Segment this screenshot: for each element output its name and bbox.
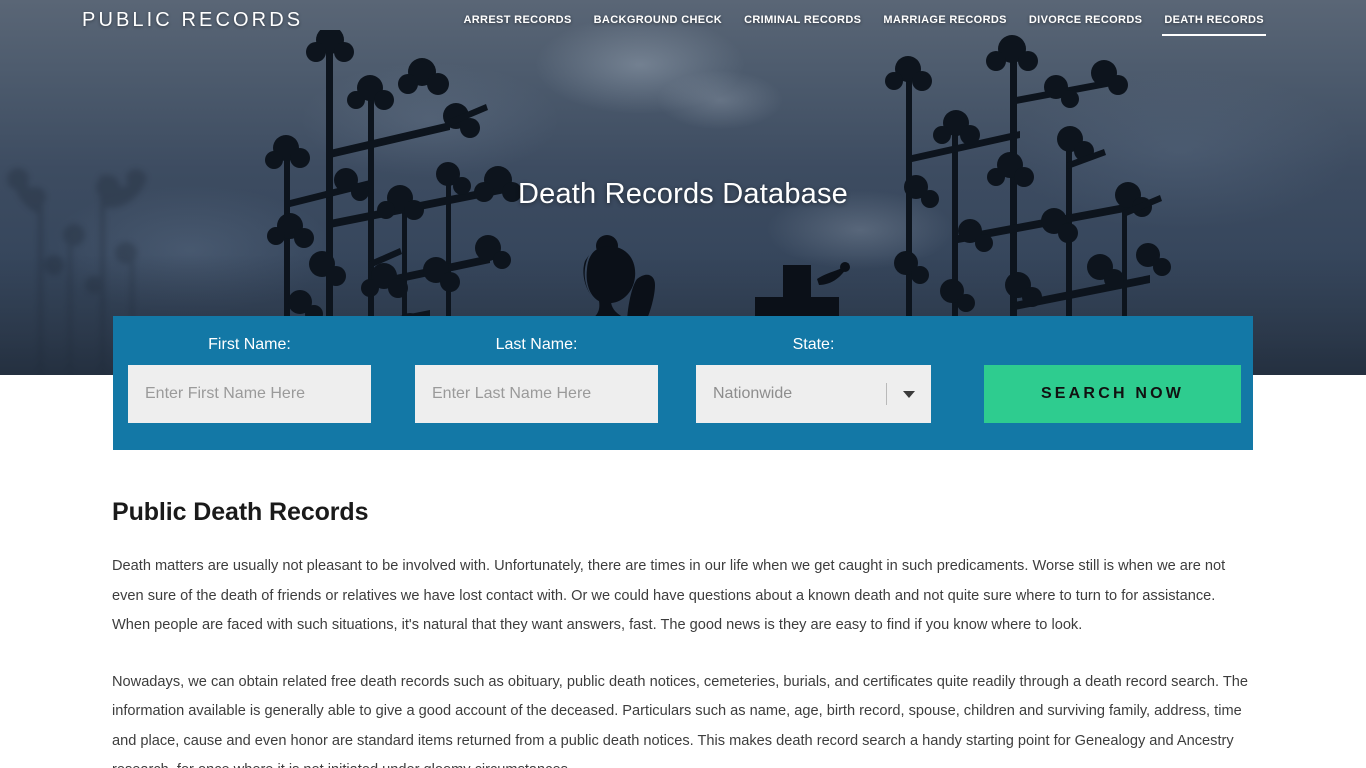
state-field-group: State: Nationwide bbox=[696, 336, 931, 423]
section-heading: Public Death Records bbox=[112, 498, 369, 526]
nav-item-death-records[interactable]: DEATH RECORDS bbox=[1153, 14, 1275, 36]
nav-item-divorce-records[interactable]: DIVORCE RECORDS bbox=[1018, 14, 1153, 36]
state-select[interactable]: Nationwide bbox=[696, 365, 931, 423]
search-form: First Name: Last Name: State: Nationwide… bbox=[113, 316, 1253, 450]
state-label: State: bbox=[792, 336, 835, 353]
main-nav: ARREST RECORDS BACKGROUND CHECK CRIMINAL… bbox=[452, 14, 1275, 36]
public-records-page: Death Records Database PUBLIC RECORDS AR… bbox=[0, 0, 1366, 768]
nav-item-marriage-records[interactable]: MARRIAGE RECORDS bbox=[872, 14, 1018, 36]
page-title: Death Records Database bbox=[517, 178, 849, 210]
last-name-input[interactable] bbox=[415, 365, 658, 423]
first-name-input[interactable] bbox=[128, 365, 371, 423]
main-content: Public Death Records Death matters are u… bbox=[0, 450, 1366, 768]
select-divider bbox=[886, 383, 887, 405]
nav-item-background-check[interactable]: BACKGROUND CHECK bbox=[583, 14, 733, 36]
first-name-label: First Name: bbox=[208, 336, 291, 353]
state-select-value: Nationwide bbox=[713, 385, 793, 402]
site-logo[interactable]: PUBLIC RECORDS bbox=[82, 9, 303, 32]
search-now-button[interactable]: SEARCH NOW bbox=[984, 365, 1241, 423]
top-navigation-bar: PUBLIC RECORDS ARREST RECORDS BACKGROUND… bbox=[0, 0, 1366, 48]
body-paragraph-2: Nowadays, we can obtain related free dea… bbox=[112, 673, 1248, 768]
body-paragraph-1: Death matters are usually not pleasant t… bbox=[112, 558, 1226, 633]
last-name-field-group: Last Name: bbox=[415, 336, 658, 423]
first-name-field-group: First Name: bbox=[128, 336, 371, 423]
nav-item-arrest-records[interactable]: ARREST RECORDS bbox=[452, 14, 582, 36]
nav-item-criminal-records[interactable]: CRIMINAL RECORDS bbox=[733, 14, 872, 36]
last-name-label: Last Name: bbox=[495, 336, 578, 353]
chevron-down-icon bbox=[903, 391, 915, 398]
